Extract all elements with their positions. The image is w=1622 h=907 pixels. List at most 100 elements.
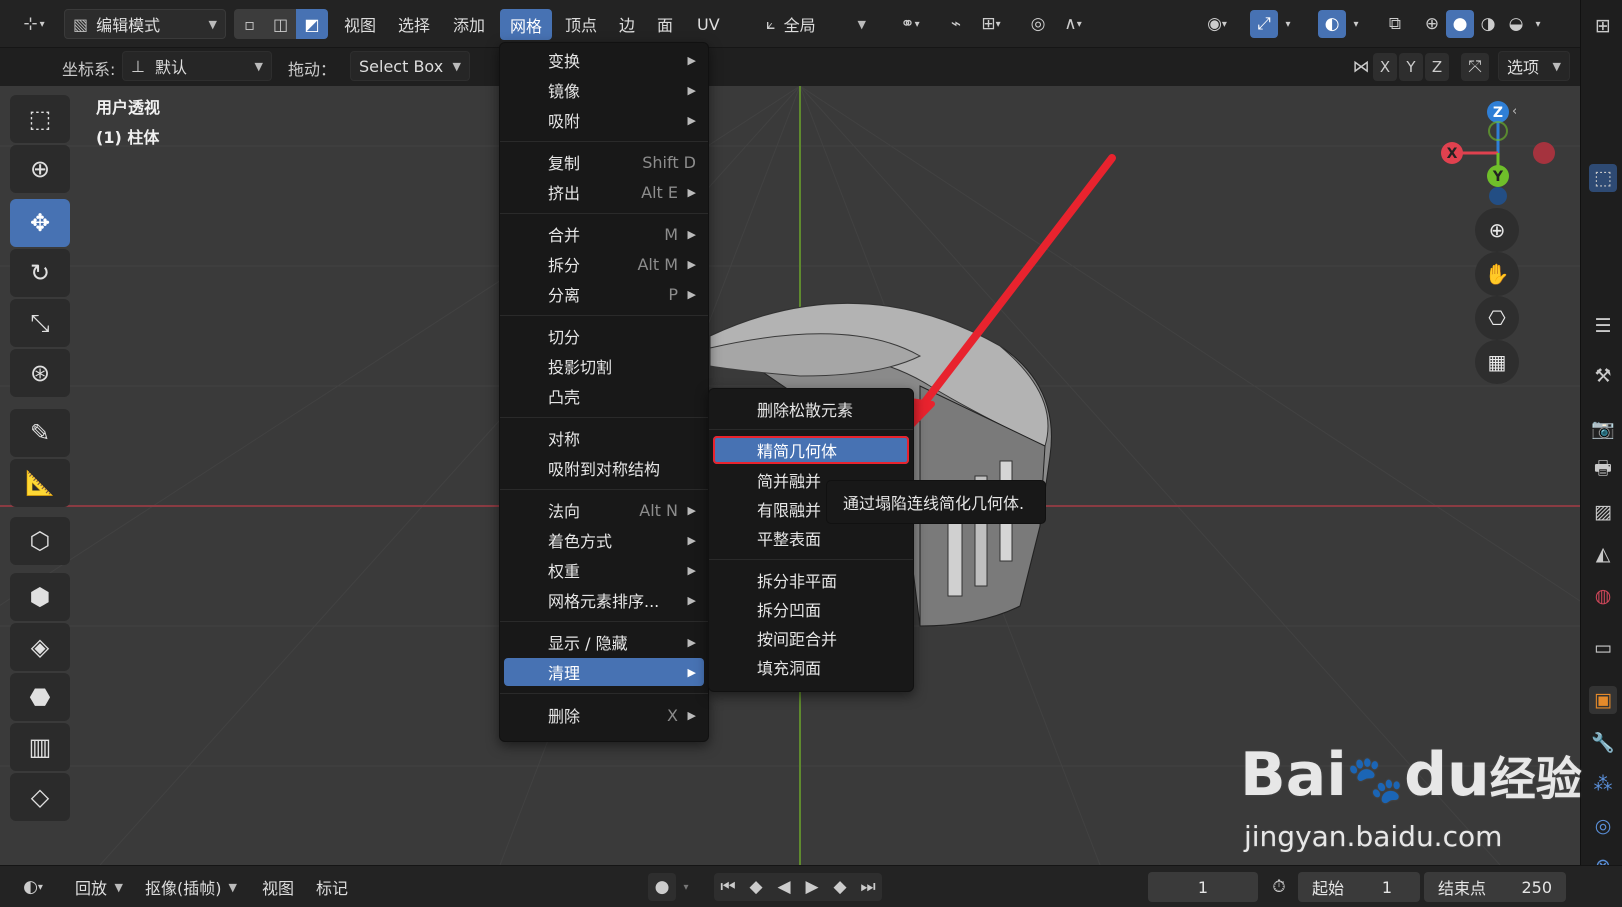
mirror-z-toggle[interactable]: Z — [1425, 53, 1449, 81]
scene-properties-icon[interactable]: ◭ — [1589, 540, 1617, 568]
render-properties-icon[interactable]: 📷 — [1589, 414, 1617, 442]
record-options-icon[interactable]: ▾ — [676, 873, 696, 901]
menu-item-merge[interactable]: 合并 M ▶ — [504, 220, 704, 248]
knife-tool-icon[interactable]: ◇ — [10, 773, 70, 821]
editor-type-icon[interactable]: ⊞ — [1589, 12, 1617, 40]
outliner-icon[interactable]: ☰ — [1589, 312, 1617, 340]
snap-target-icon[interactable]: ⊞ ▾ — [972, 10, 1010, 38]
drag-dropdown[interactable]: Select Box ▼ — [350, 51, 470, 81]
coord-system-dropdown[interactable]: ⊥ 默认 ▼ — [122, 51, 272, 81]
menu-mesh[interactable]: 网格 — [500, 9, 553, 40]
add-cube-tool-icon[interactable]: ⬡ — [10, 517, 70, 565]
gizmo-dropdown-icon[interactable]: ▾ — [1280, 10, 1296, 38]
jump-end-icon[interactable]: ⏭ — [854, 873, 882, 901]
playback-dropdown[interactable]: 回放 ▼ — [66, 872, 132, 902]
solid-shading-icon[interactable]: ● — [1446, 10, 1474, 38]
menu-item-duplicate[interactable]: 复制 Shift D — [504, 148, 704, 176]
cleanup-item-decimate[interactable]: 精简几何体 — [713, 436, 909, 464]
play-reverse-icon[interactable]: ◀ — [770, 873, 798, 901]
perspective-toggle-icon[interactable]: ▦ — [1475, 340, 1519, 384]
particles-properties-icon[interactable]: ⁂ — [1589, 770, 1617, 798]
menu-item-symmetrize[interactable]: 对称 — [504, 424, 704, 452]
mirror-butterfly-icon[interactable]: ⋈ — [1347, 53, 1375, 81]
options-dropdown[interactable]: 选项 ▼ — [1498, 51, 1570, 81]
falloff-icon[interactable]: ∧ ▾ — [1054, 10, 1092, 38]
menu-view[interactable]: 视图 — [344, 8, 376, 40]
scale-tool-icon[interactable]: ⤡ — [10, 299, 70, 347]
jump-start-icon[interactable]: ⏮ — [714, 873, 742, 901]
move-tool-icon[interactable]: ✥ — [10, 199, 70, 247]
shading-dropdown-icon[interactable]: ▾ — [1528, 10, 1548, 38]
topology-mirror-icon[interactable]: ⤧ — [1461, 53, 1489, 81]
menu-item-split[interactable]: 拆分 Alt M ▶ — [504, 250, 704, 278]
menu-select[interactable]: 选择 — [398, 8, 430, 40]
cursor-tool-icon[interactable]: ⊕ — [10, 145, 70, 193]
face-select-icon[interactable]: ◩ — [296, 9, 328, 39]
cleanup-item-make-planar[interactable]: 平整表面 — [713, 524, 909, 552]
cleanup-item-delete-loose[interactable]: 删除松散元素 — [713, 395, 909, 423]
wireframe-shading-icon[interactable]: ⊕ — [1418, 10, 1446, 38]
sidebar-toggle-icon[interactable]: ‹ — [1512, 104, 1517, 119]
cleanup-item-split-concave[interactable]: 拆分凹面 — [713, 595, 909, 623]
snap-icon[interactable]: ⌁ — [942, 10, 970, 38]
next-keyframe-icon[interactable]: ◆ — [826, 873, 854, 901]
modifier-properties-icon[interactable]: 🔧 — [1589, 728, 1617, 756]
object-properties-icon[interactable]: ▣ — [1589, 686, 1617, 714]
menu-item-extrude[interactable]: 挤出 Alt E ▶ — [504, 178, 704, 206]
menu-item-weights[interactable]: 权重 ▶ — [504, 556, 704, 584]
menu-item-delete[interactable]: 删除 X ▶ — [504, 701, 704, 729]
cleanup-item-fill-holes[interactable]: 填充洞面 — [713, 653, 909, 681]
menu-item-normals[interactable]: 法向 Alt N ▶ — [504, 496, 704, 524]
record-icon[interactable]: ● — [648, 873, 676, 901]
vertex-select-icon[interactable]: ▫ — [234, 9, 265, 39]
menu-item-snap[interactable]: 吸附 ▶ — [504, 106, 704, 134]
gizmo-toggle-icon[interactable]: ⤢ — [1250, 10, 1278, 38]
prev-keyframe-icon[interactable]: ◆ — [742, 873, 770, 901]
material-shading-icon[interactable]: ◑ — [1474, 10, 1502, 38]
pivot-point-icon[interactable]: ⚭ ▾ — [888, 10, 932, 38]
visibility-icon[interactable]: ◉ ▾ — [1196, 10, 1238, 38]
edge-select-icon[interactable]: ◫ — [265, 9, 296, 39]
menu-item-sort-elements[interactable]: 网格元素排序... ▶ — [504, 586, 704, 614]
select-box-tool-icon[interactable]: ⬚ — [10, 95, 70, 143]
mirror-y-toggle[interactable]: Y — [1399, 53, 1423, 81]
zoom-icon[interactable]: ⊕ — [1475, 208, 1519, 252]
timeline-marker-menu[interactable]: 标记 — [316, 871, 348, 903]
output-properties-icon[interactable]: 🖶 — [1589, 456, 1617, 484]
end-frame-field[interactable]: 结束点 250 — [1424, 872, 1566, 902]
menu-vertex[interactable]: 顶点 — [565, 8, 597, 40]
inset-tool-icon[interactable]: ◈ — [10, 623, 70, 671]
menu-face[interactable]: 面 — [657, 8, 673, 40]
menu-item-knife-project[interactable]: 投影切割 — [504, 352, 704, 380]
mode-dropdown[interactable]: ▧ 编辑模式 ▼ — [64, 9, 226, 39]
bevel-tool-icon[interactable]: ⬣ — [10, 673, 70, 721]
transform-orientation-dropdown[interactable]: ⟀ 全局 ▼ — [757, 9, 875, 39]
measure-tool-icon[interactable]: 📐 — [10, 459, 70, 507]
play-icon[interactable]: ▶ — [798, 873, 826, 901]
extrude-tool-icon[interactable]: ⬢ — [10, 573, 70, 621]
tool-properties-icon[interactable]: ⚒ — [1589, 362, 1617, 390]
camera-view-icon[interactable]: ⎔ — [1475, 296, 1519, 340]
rotate-tool-icon[interactable]: ↻ — [10, 249, 70, 297]
menu-item-mirror[interactable]: 镜像 ▶ — [504, 76, 704, 104]
menu-edge[interactable]: 边 — [619, 8, 635, 40]
menu-item-clean-up[interactable]: 清理 ▶ — [504, 658, 704, 686]
collection-properties-icon[interactable]: ▭ — [1589, 634, 1617, 662]
annotate-tool-icon[interactable]: ✎ — [10, 409, 70, 457]
world-properties-icon[interactable]: ◍ — [1589, 582, 1617, 610]
xray-icon[interactable]: ⧉ — [1381, 10, 1409, 38]
menu-item-bisect[interactable]: 切分 — [504, 322, 704, 350]
menu-item-separate[interactable]: 分离 P ▶ — [504, 280, 704, 308]
timeline-view-menu[interactable]: 视图 — [262, 871, 294, 903]
transform-tool-icon[interactable]: ⊛ — [10, 349, 70, 397]
menu-item-snap-to-symmetry[interactable]: 吸附到对称结构 — [504, 454, 704, 482]
menu-item-transform[interactable]: 变换 ▶ — [504, 46, 704, 74]
start-frame-field[interactable]: 起始 1 — [1298, 872, 1420, 902]
menu-item-shading[interactable]: 着色方式 ▶ — [504, 526, 704, 554]
rendered-shading-icon[interactable]: ◒ — [1502, 10, 1530, 38]
editor-type-icon[interactable]: ⊹ ▾ — [12, 10, 56, 38]
physics-properties-icon[interactable]: ◎ — [1589, 812, 1617, 840]
loop-cut-tool-icon[interactable]: ▥ — [10, 723, 70, 771]
editor-type-icon[interactable]: ◐ ▾ — [12, 873, 54, 901]
proportional-edit-icon[interactable]: ◎ — [1024, 10, 1052, 38]
